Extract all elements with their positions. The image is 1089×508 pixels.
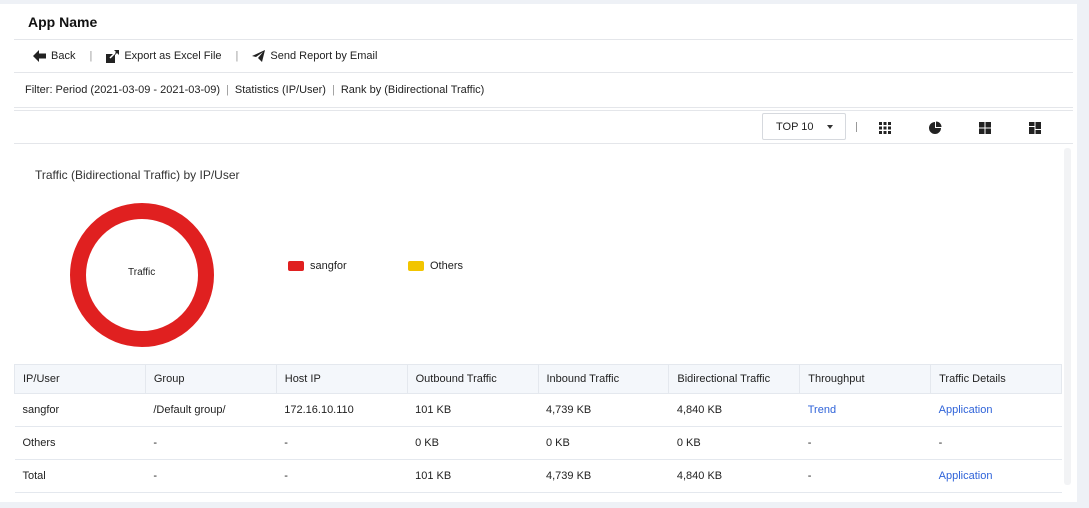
cell-throughput: -: [799, 426, 931, 460]
email-label: Send Report by Email: [270, 50, 378, 62]
view-controls: TOP 10: [14, 110, 1073, 144]
toolbar-separator: |: [89, 50, 93, 62]
cell-group: -: [145, 459, 277, 493]
cell-host-ip: -: [276, 459, 408, 493]
application-link[interactable]: Application: [930, 459, 1062, 493]
top-n-select[interactable]: TOP 10: [762, 113, 846, 140]
cell-inbound: 4,739 KB: [538, 459, 669, 493]
cell-outbound: 101 KB: [407, 459, 538, 493]
column-header[interactable]: Host IP: [275, 364, 408, 394]
column-header[interactable]: Outbound Traffic: [406, 364, 539, 394]
filter-statistics: Statistics (IP/User): [234, 84, 326, 96]
legend-label: Others: [430, 260, 464, 272]
cell-bidirectional: 4,840 KB: [668, 459, 800, 493]
export-excel-button[interactable]: Export as Excel File: [106, 49, 222, 63]
cell-host-ip: 172.16.10.110: [276, 393, 408, 427]
filter-separator: |: [226, 84, 229, 96]
filter-row: Filter: Period (2021-03-09 - 2021-03-09)…: [14, 73, 1073, 108]
column-header[interactable]: Traffic Details: [930, 364, 1062, 394]
traffic-table: IP/User Group Host IP Outbound Traffic I…: [14, 364, 1062, 493]
export-label: Export as Excel File: [124, 50, 222, 62]
send-email-button[interactable]: Send Report by Email: [252, 50, 377, 62]
legend-swatch: [288, 261, 304, 271]
cell-outbound: 101 KB: [407, 393, 538, 427]
application-link[interactable]: Application: [930, 393, 1062, 427]
column-header[interactable]: Group: [144, 364, 277, 394]
column-header[interactable]: Inbound Traffic: [537, 364, 670, 394]
legend-swatch: [408, 261, 424, 271]
arrow-left-icon: [33, 50, 46, 62]
cell-bidirectional: 0 KB: [668, 426, 800, 460]
trend-link[interactable]: Trend: [799, 393, 931, 427]
pie-chart-icon[interactable]: [928, 121, 942, 135]
legend-item-others[interactable]: Others: [408, 260, 463, 272]
cell-host-ip: -: [276, 426, 408, 460]
title-bar: App Name: [14, 4, 1073, 40]
table-header-row: IP/User Group Host IP Outbound Traffic I…: [14, 364, 1062, 394]
table-row: sangfor /Default group/ 172.16.10.110 10…: [14, 393, 1062, 427]
column-header[interactable]: IP/User: [14, 364, 146, 394]
table-row: Others - - 0 KB 0 KB 0 KB - -: [14, 426, 1062, 460]
cell-group: /Default group/: [145, 393, 277, 427]
dashboard-icon[interactable]: [1028, 121, 1042, 135]
paper-plane-icon: [252, 50, 266, 62]
cell-ip-user: Total: [14, 459, 146, 493]
toolbar: Back | Export as Excel File | Send Repor…: [14, 40, 1073, 73]
cell-outbound: 0 KB: [407, 426, 538, 460]
cell-ip-user: Others: [14, 426, 146, 460]
cell-details: -: [930, 426, 1062, 460]
chevron-down-icon: [827, 125, 833, 129]
back-label: Back: [51, 50, 76, 62]
column-header[interactable]: Throughput: [799, 364, 932, 394]
cell-inbound: 0 KB: [538, 426, 669, 460]
donut-center-label: Traffic: [128, 267, 156, 278]
cell-throughput: -: [799, 459, 931, 493]
export-icon: [106, 49, 120, 63]
filter-period: Filter: Period (2021-03-09 - 2021-03-09): [25, 84, 221, 96]
toolbar-separator: |: [235, 50, 239, 62]
report-page: App Name Back | Export as Excel File | S…: [0, 4, 1077, 502]
filter-separator: |: [331, 84, 335, 96]
page-title: App Name: [28, 14, 98, 30]
cell-bidirectional: 4,840 KB: [668, 393, 800, 427]
column-header[interactable]: Bidirectional Traffic: [668, 364, 801, 394]
back-button[interactable]: Back: [33, 50, 75, 62]
vertical-scrollbar[interactable]: [1064, 148, 1071, 485]
four-square-icon[interactable]: [978, 121, 992, 135]
filter-rank: Rank by (Bidirectional Traffic): [340, 84, 485, 96]
table-row-total: Total - - 101 KB 4,739 KB 4,840 KB - App…: [14, 459, 1062, 493]
top-n-value: TOP 10: [776, 120, 814, 133]
legend-label: sangfor: [310, 260, 347, 272]
legend-item-sangfor[interactable]: sangfor: [288, 260, 347, 272]
grid-view-icon[interactable]: [878, 121, 892, 135]
cell-inbound: 4,739 KB: [538, 393, 669, 427]
cell-ip-user: sangfor: [14, 393, 146, 427]
cell-group: -: [145, 426, 277, 460]
chart-title: Traffic (Bidirectional Traffic) by IP/Us…: [35, 168, 240, 182]
controls-separator: [856, 122, 857, 132]
